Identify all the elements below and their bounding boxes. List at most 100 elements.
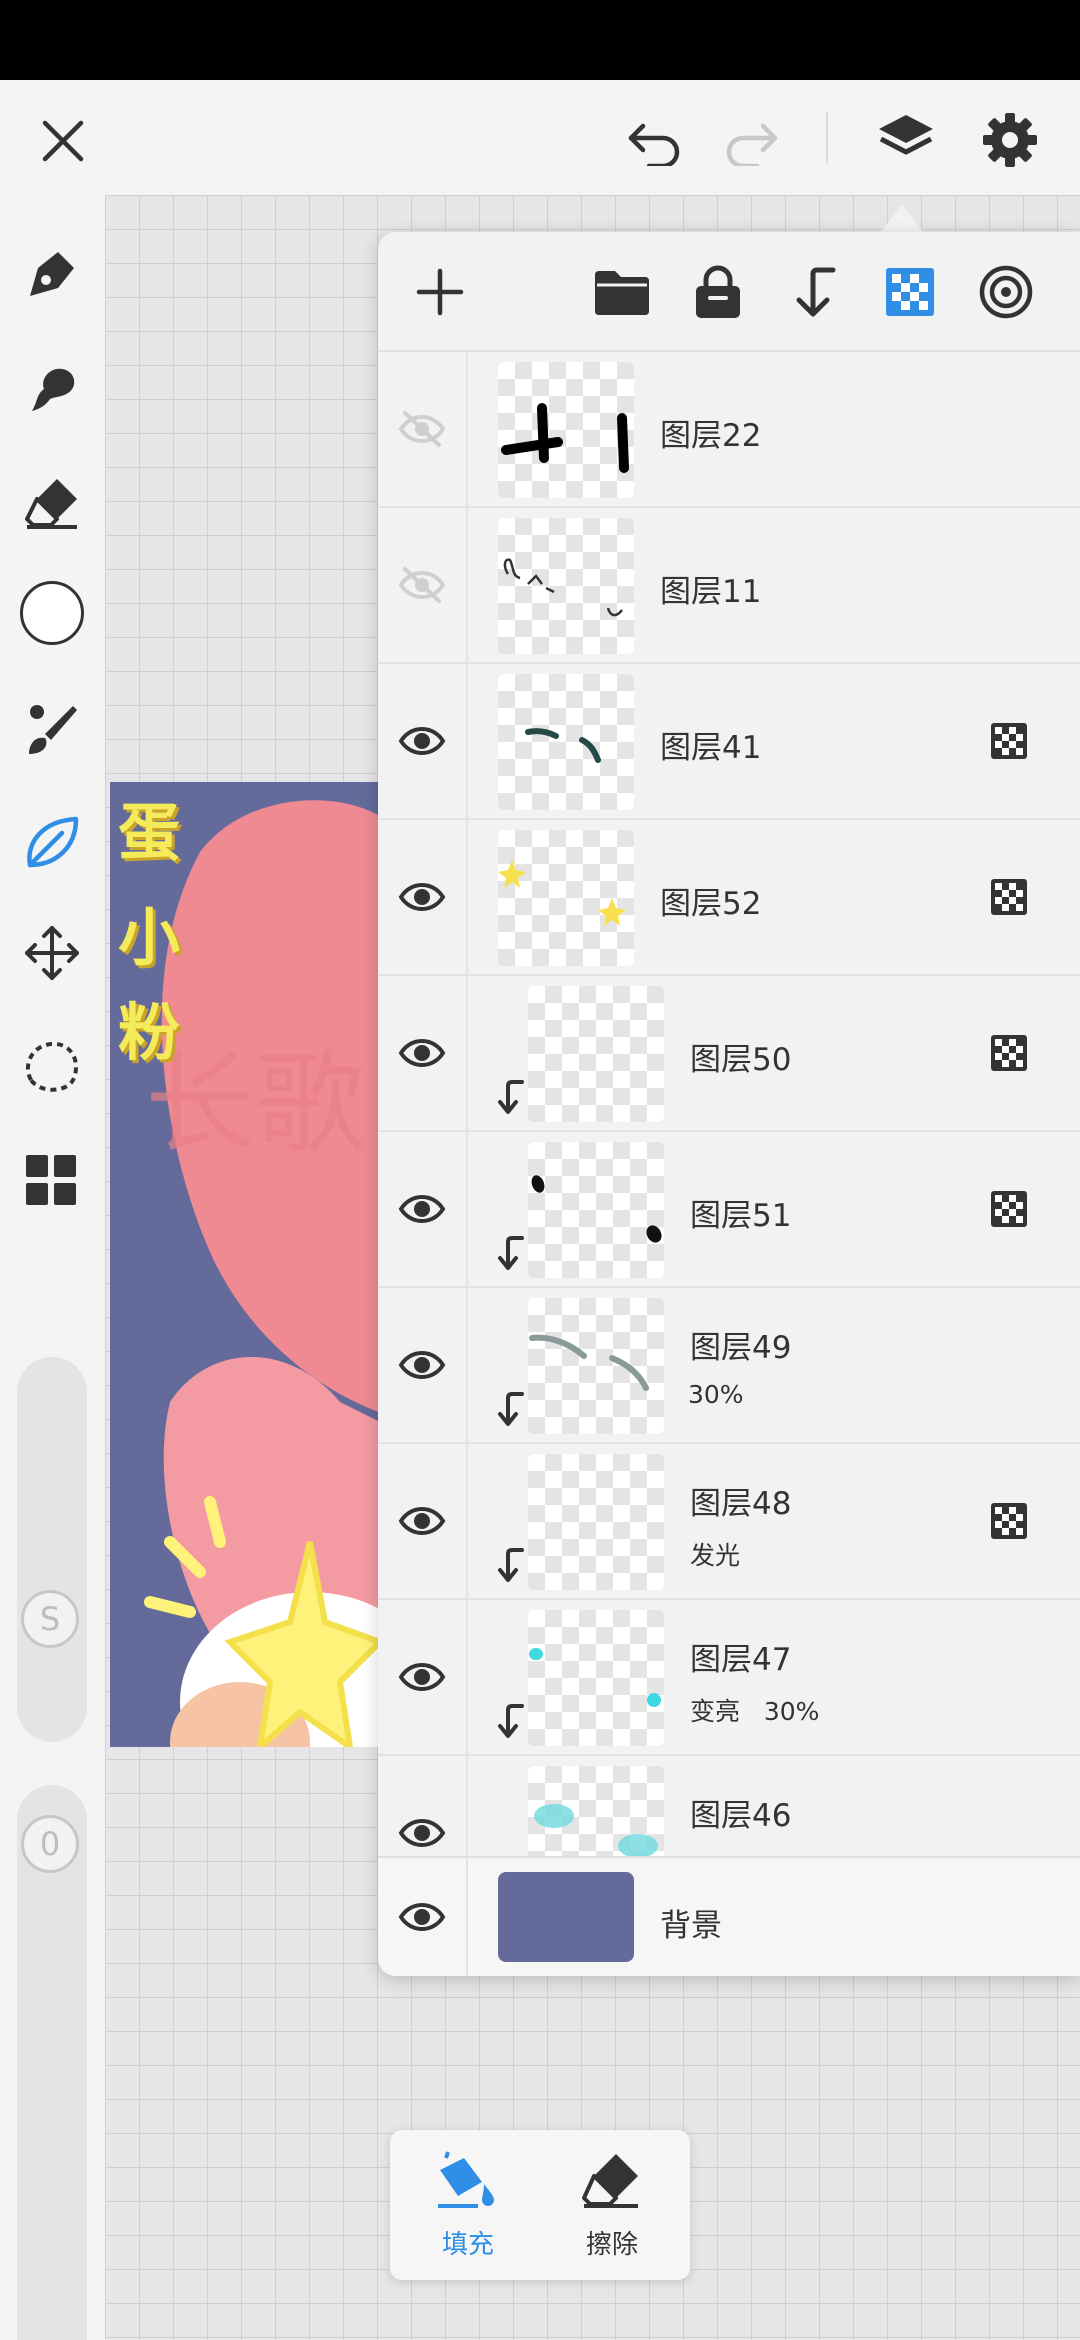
- alpha-lock-icon[interactable]: [990, 722, 1028, 760]
- add-icon[interactable]: [408, 260, 472, 324]
- eye-hidden-icon[interactable]: [397, 565, 447, 605]
- layer-thumbnail: [528, 1454, 664, 1590]
- art-char-3: 粉: [118, 996, 181, 1069]
- layer-row[interactable]: 图层50: [378, 976, 1080, 1132]
- eye-icon[interactable]: [397, 1897, 447, 1937]
- fill-popup: 填充 擦除: [390, 2130, 690, 2280]
- art-char-2: 小: [118, 901, 181, 974]
- layer-opacity: 30%: [688, 1380, 744, 1409]
- layer-blend-mode: 变亮 30%: [690, 1697, 820, 1726]
- top-toolbar: [0, 80, 1080, 195]
- layer-name: 图层48: [690, 1486, 792, 1522]
- visibility-toggle[interactable]: [378, 1288, 468, 1442]
- target-icon[interactable]: [974, 260, 1038, 324]
- size-label-text: S: [39, 1600, 61, 1638]
- layer-row[interactable]: 图层52: [378, 820, 1080, 976]
- clipping-arrow-icon: [498, 1704, 524, 1738]
- redo-icon[interactable]: [718, 108, 784, 174]
- visibility-toggle[interactable]: [378, 664, 468, 818]
- visibility-toggle[interactable]: [378, 976, 468, 1130]
- fill-bucket-icon[interactable]: [432, 2146, 502, 2212]
- settings-icon[interactable]: [972, 102, 1048, 178]
- lasso-icon[interactable]: [18, 1033, 86, 1101]
- eye-icon[interactable]: [397, 1813, 447, 1853]
- alpha-lock-icon[interactable]: [878, 260, 942, 324]
- size-label: S: [21, 1590, 79, 1648]
- eraser-icon[interactable]: [18, 469, 86, 537]
- visibility-toggle[interactable]: [378, 1444, 468, 1598]
- eye-icon[interactable]: [397, 1189, 447, 1229]
- erase-label[interactable]: 擦除: [586, 2224, 638, 2261]
- clip-icon[interactable]: [782, 260, 846, 324]
- layer-name: 图层52: [660, 886, 762, 922]
- status-bar: [0, 0, 1080, 80]
- layer-name: 图层49: [690, 1330, 792, 1366]
- art-char-1: 蛋: [118, 796, 181, 869]
- eye-icon[interactable]: [397, 1657, 447, 1697]
- pen-icon[interactable]: [18, 240, 86, 308]
- visibility-toggle[interactable]: [378, 820, 468, 974]
- lock-icon[interactable]: [686, 260, 750, 324]
- visibility-toggle[interactable]: [378, 1132, 468, 1286]
- layer-name: 图层11: [660, 574, 762, 610]
- alpha-lock-icon[interactable]: [990, 1034, 1028, 1072]
- eye-icon[interactable]: [397, 877, 447, 917]
- brush-icon[interactable]: [18, 695, 86, 763]
- smudge-icon[interactable]: [18, 355, 86, 423]
- layer-name: 图层46: [690, 1798, 792, 1834]
- visibility-toggle[interactable]: [378, 508, 468, 662]
- layer-list[interactable]: 图层22 图层11 图层41 图层52 图层50 图层51 图层49 30% 图…: [378, 352, 1080, 1976]
- eye-icon[interactable]: [397, 1033, 447, 1073]
- layer-row[interactable]: 图层22: [378, 352, 1080, 508]
- alpha-lock-icon[interactable]: [990, 878, 1028, 916]
- erase-icon[interactable]: [576, 2146, 646, 2212]
- move-icon[interactable]: [18, 919, 86, 987]
- close-icon[interactable]: [30, 108, 96, 174]
- layer-name: 背景: [660, 1908, 722, 1944]
- layer-row[interactable]: 图层48 发光: [378, 1444, 1080, 1600]
- layer-thumbnail: [528, 986, 664, 1122]
- layer-thumbnail: [498, 830, 634, 966]
- fill-label[interactable]: 填充: [442, 2224, 494, 2261]
- opacity-label-text: 0: [39, 1825, 61, 1863]
- tool-sidebar: S 0: [0, 195, 105, 2340]
- layers-toolbar: [378, 232, 1080, 352]
- layer-name: 图层22: [660, 418, 762, 454]
- opacity-label: 0: [21, 1815, 79, 1873]
- layers-icon[interactable]: [868, 102, 944, 178]
- layer-row[interactable]: 图层49 30%: [378, 1288, 1080, 1444]
- folder-icon[interactable]: [590, 260, 654, 324]
- eye-icon[interactable]: [397, 1345, 447, 1385]
- layer-thumbnail: [498, 518, 634, 654]
- layer-name: 图层41: [660, 730, 762, 766]
- layer-row[interactable]: 图层47 变亮 30%: [378, 1600, 1080, 1756]
- alpha-lock-icon[interactable]: [990, 1502, 1028, 1540]
- undo-icon[interactable]: [622, 108, 688, 174]
- clipping-arrow-icon: [498, 1548, 524, 1582]
- background-color-swatch[interactable]: [498, 1872, 634, 1962]
- layer-thumbnail: [498, 674, 634, 810]
- background-layer-row[interactable]: 背景: [378, 1856, 1080, 1976]
- visibility-toggle[interactable]: [378, 352, 468, 506]
- layer-name: 图层51: [690, 1198, 792, 1234]
- visibility-toggle[interactable]: [378, 1600, 468, 1754]
- color-swatch[interactable]: [18, 579, 86, 647]
- layer-blend-mode: 发光: [690, 1541, 741, 1570]
- layer-thumbnail: [528, 1610, 664, 1746]
- layer-name: 图层47: [690, 1642, 792, 1678]
- layer-row[interactable]: 图层51: [378, 1132, 1080, 1288]
- grid-icon[interactable]: [18, 1147, 86, 1215]
- eye-icon[interactable]: [397, 721, 447, 761]
- layer-name: 图层50: [690, 1042, 792, 1078]
- layer-row[interactable]: 图层41: [378, 664, 1080, 820]
- layer-thumbnail: [528, 1142, 664, 1278]
- clipping-arrow-icon: [498, 1236, 524, 1270]
- visibility-toggle[interactable]: [378, 1858, 468, 1976]
- toolbar-divider: [826, 112, 828, 164]
- eye-icon[interactable]: [397, 1501, 447, 1541]
- layer-row[interactable]: 图层11: [378, 508, 1080, 664]
- leaf-icon[interactable]: [18, 809, 86, 877]
- alpha-lock-icon[interactable]: [990, 1190, 1028, 1228]
- eye-hidden-icon[interactable]: [397, 409, 447, 449]
- brush-size-slider[interactable]: [17, 1357, 87, 1742]
